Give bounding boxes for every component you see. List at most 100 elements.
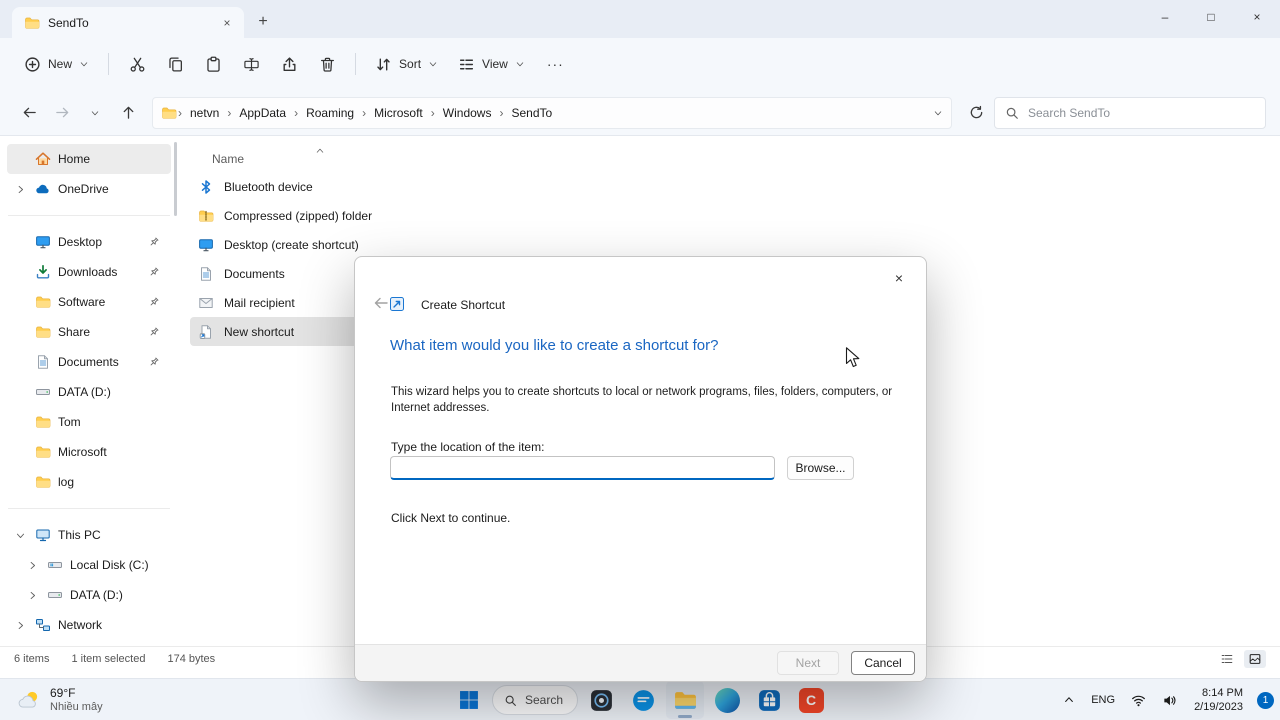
camera-app-icon bbox=[589, 688, 614, 713]
breadcrumb-item[interactable]: Windows bbox=[436, 103, 499, 123]
view-lines-icon bbox=[458, 56, 475, 73]
breadcrumb-item[interactable]: Microsoft bbox=[367, 103, 430, 123]
up-button[interactable] bbox=[113, 98, 143, 128]
app-icon-c[interactable]: C bbox=[792, 681, 830, 719]
app-icon-camera[interactable] bbox=[582, 681, 620, 719]
wifi-icon bbox=[1131, 693, 1146, 708]
taskbar-search[interactable]: Search bbox=[491, 685, 579, 715]
breadcrumb-item[interactable]: netvn bbox=[183, 103, 226, 123]
cancel-button[interactable]: Cancel bbox=[851, 651, 915, 675]
sidebar-scrollbar[interactable] bbox=[174, 142, 177, 216]
sidebar-item-home[interactable]: Home bbox=[7, 144, 171, 174]
details-view-button[interactable] bbox=[1216, 650, 1238, 668]
chevron-right-icon[interactable] bbox=[12, 184, 28, 195]
sidebar-item-label: Local Disk (C:) bbox=[70, 558, 149, 572]
large-icons-view-button[interactable] bbox=[1244, 649, 1266, 668]
chevron-right-icon[interactable] bbox=[24, 590, 40, 601]
browse-button[interactable]: Browse... bbox=[787, 456, 854, 480]
breadcrumb-item[interactable]: SendTo bbox=[504, 103, 559, 123]
arrow-right-icon bbox=[55, 105, 70, 120]
sidebar-item-data-d[interactable]: DATA (D:) bbox=[7, 377, 171, 407]
tab-sendto[interactable]: SendTo × bbox=[12, 7, 244, 38]
sidebar-item-desktop[interactable]: Desktop bbox=[7, 227, 171, 257]
chevron-right-icon[interactable] bbox=[24, 560, 40, 571]
file-row-desktop-shortcut[interactable]: Desktop (create shortcut) bbox=[190, 230, 530, 259]
sidebar-item-data-d-child[interactable]: DATA (D:) bbox=[19, 580, 171, 610]
share-button[interactable] bbox=[270, 47, 308, 81]
item-count: 6 items bbox=[14, 652, 50, 665]
back-button[interactable] bbox=[14, 98, 44, 128]
sidebar-separator bbox=[8, 215, 170, 216]
sidebar-item-documents[interactable]: Documents bbox=[7, 347, 171, 377]
file-row-compressed-folder[interactable]: Compressed (zipped) folder bbox=[190, 201, 530, 230]
sort-button[interactable]: Sort bbox=[365, 47, 448, 81]
forward-button[interactable] bbox=[47, 98, 77, 128]
location-input[interactable] bbox=[390, 456, 775, 480]
sidebar-item-downloads[interactable]: Downloads bbox=[7, 257, 171, 287]
app-icon-edge[interactable] bbox=[708, 681, 746, 719]
start-button[interactable] bbox=[450, 681, 488, 719]
sidebar-item-microsoft[interactable]: Microsoft bbox=[7, 437, 171, 467]
network-button[interactable] bbox=[1124, 684, 1153, 716]
sidebar-item-software[interactable]: Software bbox=[7, 287, 171, 317]
column-header-name[interactable]: Name bbox=[190, 146, 460, 172]
app-icon-file-explorer[interactable] bbox=[666, 681, 705, 719]
address-dropdown-button[interactable] bbox=[933, 108, 943, 118]
rename-icon bbox=[243, 56, 260, 73]
maximize-button[interactable]: □ bbox=[1188, 0, 1234, 34]
folder-icon bbox=[35, 414, 51, 430]
new-tab-button[interactable]: + bbox=[248, 7, 278, 37]
dialog-footer: Next Cancel bbox=[355, 644, 926, 681]
chevron-right-icon[interactable] bbox=[12, 620, 28, 631]
weather-widget[interactable]: 69°F Nhiều mây bbox=[10, 679, 109, 720]
new-button[interactable]: New bbox=[14, 47, 99, 81]
rename-button[interactable] bbox=[232, 47, 270, 81]
close-icon: × bbox=[894, 270, 904, 286]
language-indicator[interactable]: ENG bbox=[1084, 684, 1122, 716]
dialog-close-button[interactable]: × bbox=[879, 263, 919, 293]
view-toggles bbox=[1216, 649, 1266, 668]
clock[interactable]: 8:14 PM 2/19/2023 bbox=[1186, 686, 1251, 715]
app-icon-store[interactable] bbox=[750, 681, 788, 719]
sidebar-item-local-disk-c[interactable]: Local Disk (C:) bbox=[19, 550, 171, 580]
refresh-button[interactable] bbox=[961, 98, 991, 128]
view-button-label: View bbox=[482, 57, 508, 71]
file-row-bluetooth-device[interactable]: Bluetooth device bbox=[190, 172, 530, 201]
view-button[interactable]: View bbox=[448, 47, 535, 81]
search-box[interactable] bbox=[994, 96, 1266, 129]
volume-button[interactable] bbox=[1155, 684, 1184, 716]
recent-locations-button[interactable] bbox=[80, 98, 110, 128]
search-input[interactable] bbox=[1028, 105, 1255, 120]
sidebar-item-log[interactable]: log bbox=[7, 467, 171, 497]
sidebar-item-this-pc[interactable]: This PC bbox=[7, 520, 171, 550]
sidebar-item-tom[interactable]: Tom bbox=[7, 407, 171, 437]
sidebar-separator bbox=[8, 508, 170, 509]
sidebar-item-label: DATA (D:) bbox=[70, 588, 123, 602]
copy-button[interactable] bbox=[156, 47, 194, 81]
plus-circle-icon bbox=[24, 56, 41, 73]
breadcrumb-item[interactable]: Roaming bbox=[299, 103, 361, 123]
delete-button[interactable] bbox=[308, 47, 346, 81]
cut-button[interactable] bbox=[118, 47, 156, 81]
os-drive-icon bbox=[47, 557, 63, 573]
breadcrumb[interactable]: › netvn › AppData › Roaming › Microsoft … bbox=[152, 96, 952, 129]
app-icon-chat[interactable] bbox=[624, 681, 662, 719]
folder-icon bbox=[35, 474, 51, 490]
minimize-button[interactable]: – bbox=[1142, 0, 1188, 34]
sidebar-item-onedrive[interactable]: OneDrive bbox=[7, 174, 171, 204]
more-options-button[interactable]: ··· bbox=[535, 47, 576, 81]
notification-badge[interactable]: 1 bbox=[1257, 691, 1274, 709]
arrow-up-icon bbox=[121, 105, 136, 120]
chevron-down-icon[interactable] bbox=[12, 530, 28, 541]
breadcrumb-item[interactable]: AppData bbox=[232, 103, 293, 123]
tab-close-icon[interactable]: × bbox=[216, 12, 238, 34]
refresh-icon bbox=[969, 105, 984, 120]
sidebar-item-label: OneDrive bbox=[58, 182, 109, 196]
sidebar-item-network[interactable]: Network bbox=[7, 610, 171, 640]
command-toolbar: New Sort View ··· bbox=[0, 38, 1280, 90]
c-app-icon: C bbox=[798, 687, 824, 713]
hidden-icons-button[interactable] bbox=[1056, 684, 1082, 716]
paste-button[interactable] bbox=[194, 47, 232, 81]
window-close-button[interactable]: × bbox=[1234, 0, 1280, 34]
sidebar-item-share[interactable]: Share bbox=[7, 317, 171, 347]
